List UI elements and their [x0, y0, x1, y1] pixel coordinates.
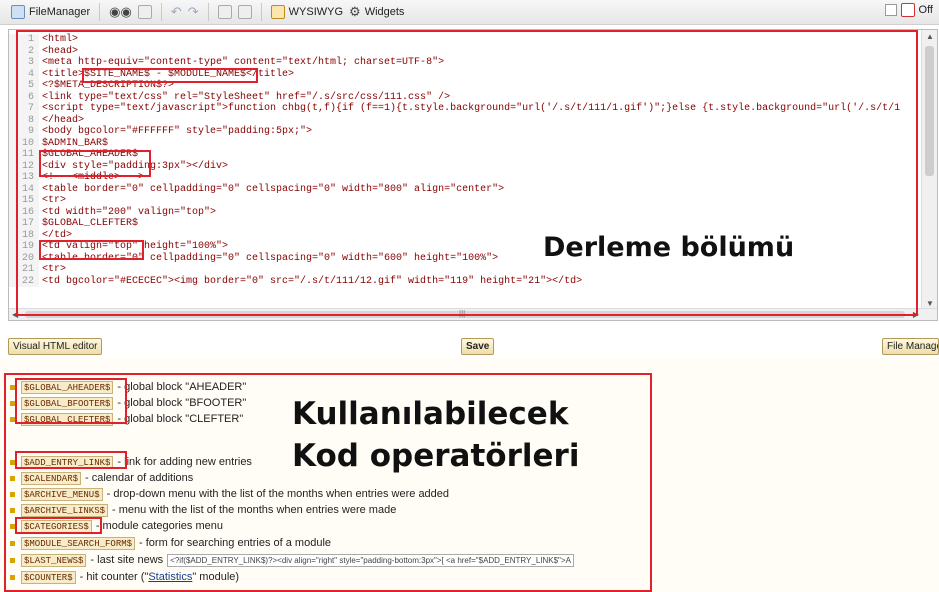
- redo-button[interactable]: ↷: [185, 2, 202, 22]
- replace-button[interactable]: [135, 2, 155, 22]
- toolbar-separator: [160, 3, 162, 21]
- file-manager-button[interactable]: File Manager: [882, 338, 939, 355]
- binoculars-icon: ◉◉: [109, 4, 132, 19]
- visual-html-editor-button[interactable]: Visual HTML editor: [8, 338, 103, 355]
- off-checkbox[interactable]: [884, 4, 897, 16]
- global-blocks-highlight: [15, 378, 127, 424]
- fullscreen-button[interactable]: [235, 2, 255, 22]
- filemanager-button[interactable]: FileManager: [8, 2, 93, 22]
- toolbar-separator: [207, 3, 209, 21]
- undo-icon: ↶: [170, 4, 182, 19]
- list-icon: [217, 5, 232, 19]
- operators-label-line1: Kullanılabilecek: [292, 396, 569, 432]
- toolbar-separator: [260, 3, 262, 21]
- filemanager-icon: [11, 5, 25, 19]
- line-numbers-button[interactable]: [215, 2, 235, 22]
- filemanager-label: FileManager: [29, 6, 91, 18]
- vertical-scroll-thumb[interactable]: [925, 46, 934, 176]
- power-icon: [900, 3, 915, 17]
- save-button[interactable]: Save: [461, 338, 495, 355]
- find-button[interactable]: ◉◉: [106, 2, 135, 22]
- wysiwyg-button[interactable]: WYSIWYG: [268, 2, 346, 22]
- redo-icon: ↷: [187, 4, 199, 19]
- replace-icon: [137, 5, 152, 19]
- toolbar: FileManager ◉◉ ↶ ↷ WYSIWYG ⚙ Widgets Off: [0, 0, 939, 25]
- operators-label-line2: Kod operatörleri: [292, 438, 580, 474]
- scroll-up-icon[interactable]: ▲: [926, 32, 934, 41]
- header-operators-highlight: [39, 150, 151, 177]
- wysiwyg-icon: [270, 5, 285, 19]
- categories-highlight: [15, 517, 102, 534]
- off-toggle-group: Off: [884, 3, 933, 17]
- off-label: Off: [918, 4, 933, 16]
- window-icon: [237, 5, 252, 19]
- add-entry-link-highlight: [15, 451, 127, 469]
- clefter-operator-highlight: [39, 240, 144, 260]
- vertical-scrollbar[interactable]: ▲ ▼: [921, 30, 937, 310]
- title-operators-highlight: [82, 68, 258, 83]
- toolbar-separator: [99, 3, 101, 21]
- gear-icon: ⚙: [349, 4, 361, 19]
- widgets-label: Widgets: [364, 6, 405, 18]
- scroll-down-icon[interactable]: ▼: [926, 299, 934, 308]
- compile-section-label: Derleme bölümü: [543, 232, 795, 263]
- wysiwyg-label: WYSIWYG: [288, 6, 344, 18]
- widgets-button[interactable]: ⚙ Widgets: [346, 2, 407, 22]
- undo-button[interactable]: ↶: [168, 2, 185, 22]
